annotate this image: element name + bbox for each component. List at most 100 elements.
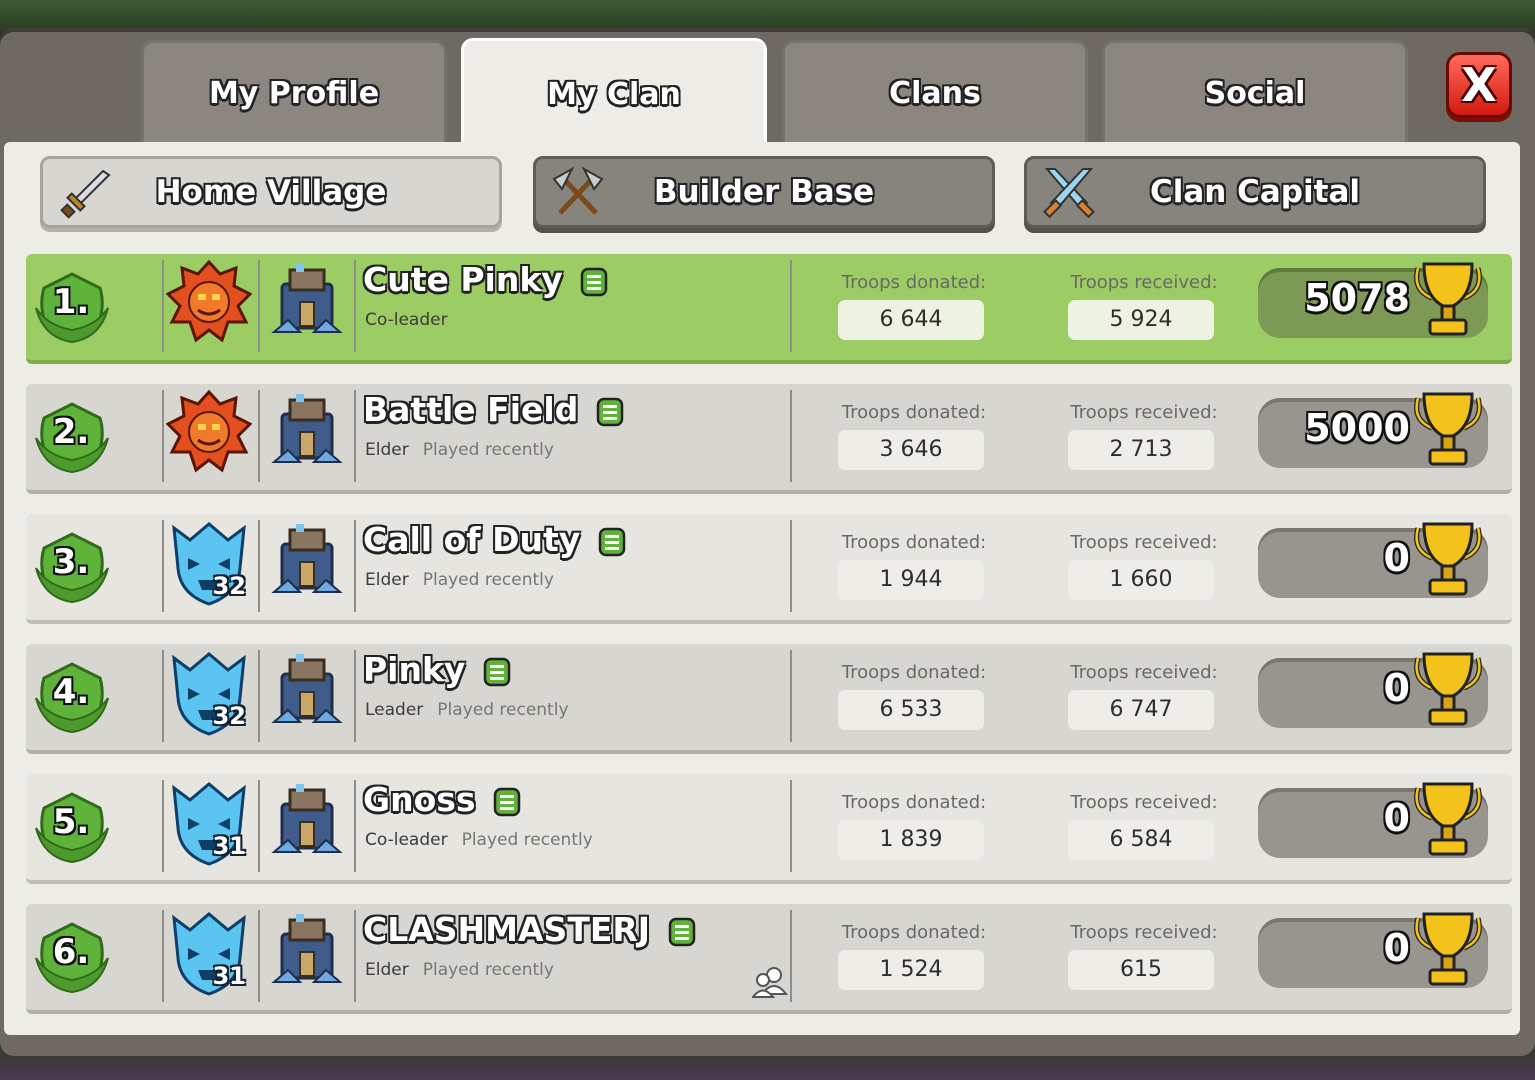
divider	[354, 650, 356, 742]
player-name-line: Call of Duty	[363, 520, 626, 559]
troops-donated-label: Troops donated:	[841, 272, 987, 293]
troops-donated-value: 1 944	[838, 560, 984, 600]
troops-received-label: Troops received:	[1070, 792, 1218, 813]
rank-number: 2.	[52, 412, 90, 452]
town-hall-icon	[271, 394, 343, 463]
troops-donated-label: Troops donated:	[841, 532, 987, 553]
trophy-count: 0	[1383, 536, 1410, 580]
troops-received-label: Troops received:	[1070, 922, 1218, 943]
divider	[258, 390, 260, 482]
player-name-line: CLASHMASTERJ	[363, 910, 696, 949]
player-name[interactable]: Pinky	[363, 650, 465, 689]
activity-status: Played recently	[422, 960, 554, 980]
tab-clans[interactable]: Clans	[782, 40, 1088, 144]
player-name[interactable]: Gnoss	[363, 780, 476, 819]
divider	[258, 780, 260, 872]
chat-icon[interactable]	[493, 787, 521, 817]
player-name-line: Cute Pinky	[363, 260, 608, 299]
town-hall-icon	[271, 264, 343, 333]
divider	[162, 260, 164, 352]
divider	[162, 390, 164, 482]
member-row-2[interactable]: 2. Battle Field Elder Played recently Tr…	[26, 384, 1512, 494]
tab-social[interactable]: Social	[1102, 40, 1408, 144]
town-hall-icon	[271, 654, 343, 723]
troops-received-label: Troops received:	[1070, 662, 1218, 683]
troops-received-value: 6 584	[1068, 820, 1214, 860]
troops-received-value: 615	[1068, 950, 1214, 990]
rank-number: 3.	[52, 542, 90, 582]
divider	[354, 910, 356, 1002]
activity-status: Played recently	[437, 700, 569, 720]
player-name[interactable]: Battle Field	[363, 390, 578, 429]
troops-donated-label: Troops donated:	[841, 402, 987, 423]
player-role-line: Elder Played recently	[365, 960, 554, 980]
divider	[354, 780, 356, 872]
chat-icon[interactable]	[580, 267, 608, 297]
member-row-6[interactable]: 6. 31 CLASHMASTERJ Elder Played recently	[26, 904, 1512, 1014]
town-hall-icon	[271, 914, 343, 983]
subtab-label: Builder Base	[653, 174, 875, 210]
trophy-count: 5078	[1304, 276, 1410, 320]
trophy-icon	[1414, 522, 1482, 596]
troops-donated-label: Troops donated:	[841, 922, 987, 943]
troops-donated-label: Troops donated:	[841, 792, 987, 813]
rank-number: 1.	[52, 282, 90, 322]
close-icon: X	[1461, 58, 1497, 112]
tab-my-clan[interactable]: My Clan	[461, 38, 767, 148]
divider	[162, 520, 164, 612]
trophy-icon	[1414, 652, 1482, 726]
trophy-count: 0	[1383, 926, 1410, 970]
subtab-builder-base[interactable]: Builder Base	[533, 156, 995, 228]
player-role: Co-leader	[365, 830, 448, 850]
activity-status: Played recently	[422, 570, 554, 590]
tab-label: My Clan	[547, 77, 681, 112]
trophy-icon	[1414, 392, 1482, 466]
chat-icon[interactable]	[483, 657, 511, 687]
league-level: 31	[212, 962, 246, 990]
player-role: Leader	[365, 700, 424, 720]
close-button[interactable]: X	[1446, 52, 1512, 118]
town-hall-icon	[271, 524, 343, 593]
player-role-line: Leader Played recently	[365, 700, 569, 720]
subtab-clan-capital[interactable]: Clan Capital	[1024, 156, 1486, 228]
rank-number: 6.	[52, 932, 90, 972]
troops-donated-value: 1 524	[838, 950, 984, 990]
troops-received-label: Troops received:	[1070, 402, 1218, 423]
member-row-5[interactable]: 5. 31 Gnoss Co-leader Played recently Tr…	[26, 774, 1512, 884]
player-role-line: Co-leader Played recently	[365, 830, 593, 850]
activity-status: Played recently	[422, 440, 554, 460]
chat-icon[interactable]	[596, 397, 624, 427]
member-row-1[interactable]: 1. Cute Pinky Co-leader Troops donated: …	[26, 254, 1512, 364]
troops-received-value: 6 747	[1068, 690, 1214, 730]
trophy-icon	[1414, 912, 1482, 986]
chat-icon[interactable]	[668, 917, 696, 947]
divider	[258, 650, 260, 742]
tab-my-profile[interactable]: My Profile	[141, 40, 447, 144]
member-row-4[interactable]: 4. 32 Pinky Leader Played recently Troop…	[26, 644, 1512, 754]
troops-received-value: 5 924	[1068, 300, 1214, 340]
trophy-count: 0	[1383, 666, 1410, 710]
trophy-icon	[1414, 262, 1482, 336]
divider	[258, 260, 260, 352]
divider	[162, 910, 164, 1002]
player-role: Elder	[365, 440, 409, 460]
player-name[interactable]: CLASHMASTERJ	[363, 910, 650, 949]
player-role-line: Elder Played recently	[365, 570, 554, 590]
chat-icon[interactable]	[598, 527, 626, 557]
player-name[interactable]: Call of Duty	[363, 520, 580, 559]
divider	[790, 520, 792, 612]
tab-label: Social	[1204, 76, 1306, 111]
troops-donated-value: 6 533	[838, 690, 984, 730]
subtab-label: Clan Capital	[1149, 174, 1360, 210]
legend-league-icon	[166, 259, 252, 343]
divider	[790, 390, 792, 482]
divider	[162, 780, 164, 872]
divider	[790, 780, 792, 872]
troops-received-value: 1 660	[1068, 560, 1214, 600]
subtab-home-village[interactable]: Home Village	[40, 156, 502, 228]
subtab-label: Home Village	[155, 174, 387, 210]
player-name[interactable]: Cute Pinky	[363, 260, 563, 299]
activity-status: Played recently	[461, 830, 593, 850]
member-row-3[interactable]: 3. 32 Call of Duty Elder Played recently	[26, 514, 1512, 624]
troops-donated-value: 1 839	[838, 820, 984, 860]
